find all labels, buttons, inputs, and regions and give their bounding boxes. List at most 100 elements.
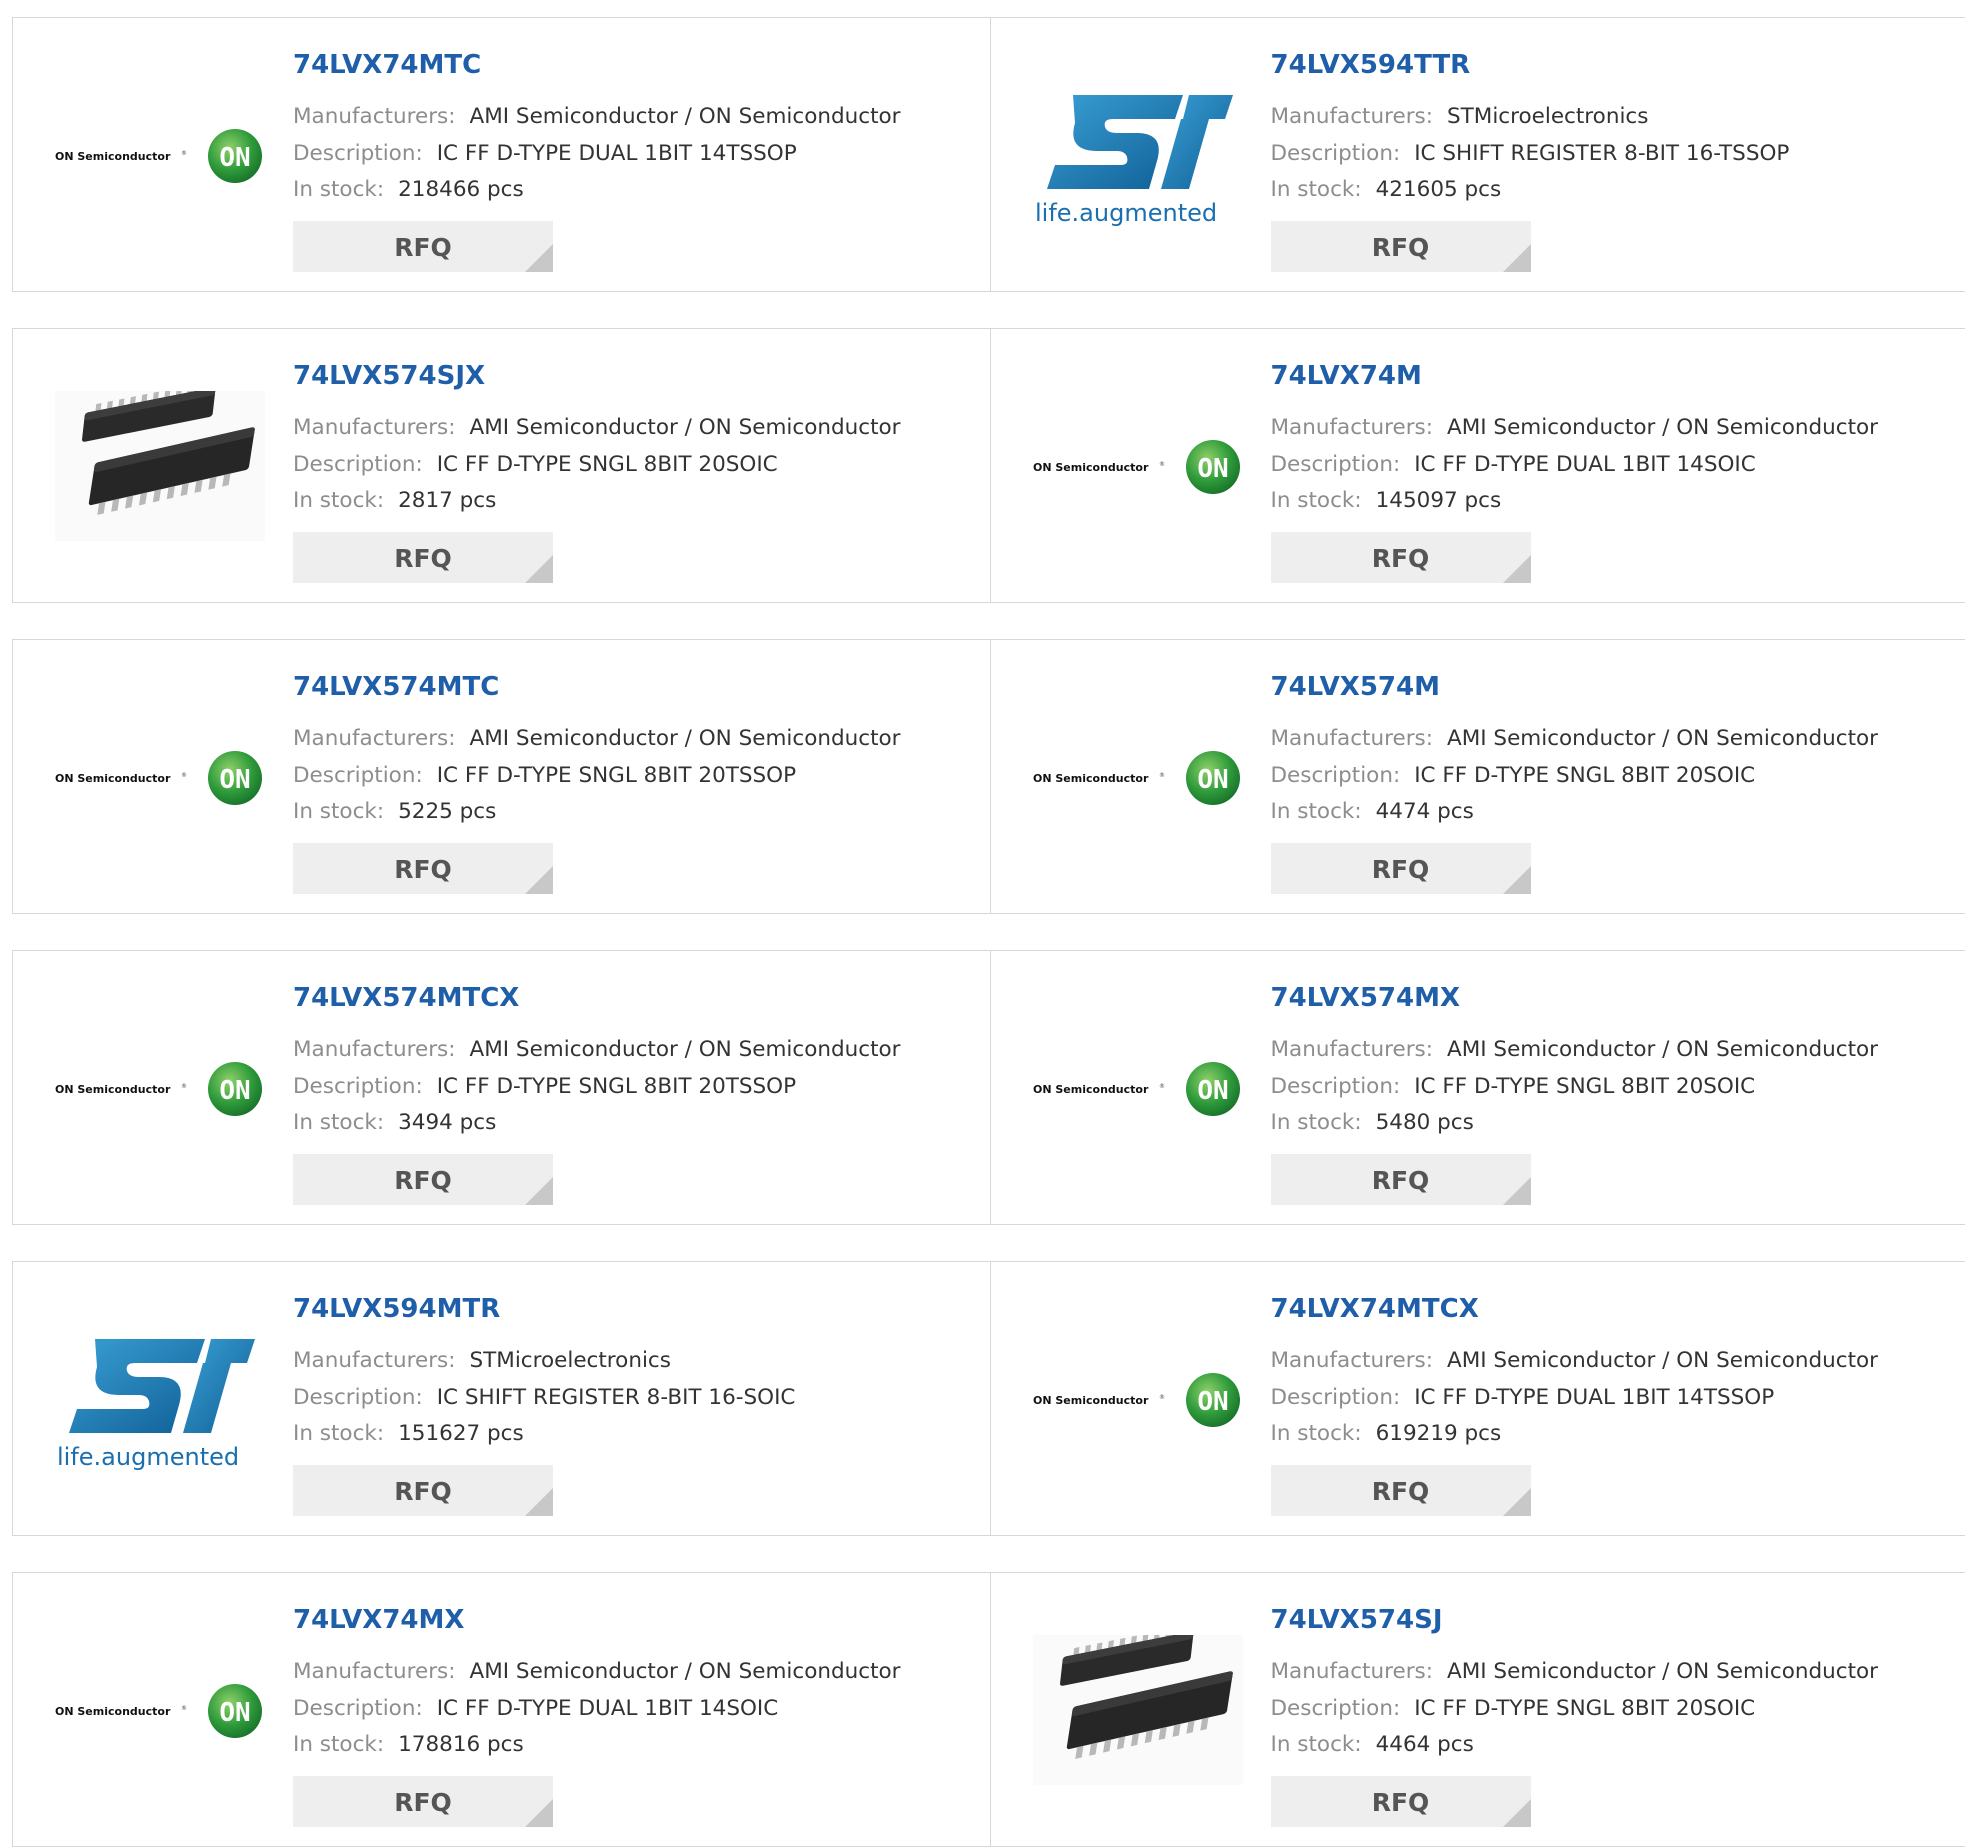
corner-triangle-icon — [525, 1488, 553, 1516]
st-logo: life.augmented — [1033, 75, 1243, 235]
part-number-link[interactable]: 74LVX74MTCX — [1271, 1294, 1479, 1324]
stock-field: In stock:3494 pcs — [293, 1110, 496, 1135]
part-number-link[interactable]: 74LVX74MX — [293, 1605, 464, 1635]
part-number-link[interactable]: 74LVX574MX — [1271, 983, 1461, 1013]
corner-triangle-icon — [525, 555, 553, 583]
on-semiconductor-logo: ON Semiconductor®ON — [55, 120, 265, 190]
rfq-button[interactable]: RFQ — [293, 1465, 553, 1516]
rfq-label: RFQ — [293, 855, 553, 884]
description-field: Description: IC FF D-TYPE SNGL 8BIT 20SOI… — [1271, 763, 1756, 788]
description-value: IC FF D-TYPE SNGL 8BIT 20TSSOP — [437, 1074, 796, 1099]
product-card: 74LVX574SJ Manufacturers:AMI Semiconduct… — [990, 1573, 1965, 1846]
part-number-link[interactable]: 74LVX574SJX — [293, 361, 485, 391]
manufacturer-field: Manufacturers:STMicroelectronics — [293, 1348, 671, 1373]
part-number-link[interactable]: 74LVX574MTCX — [293, 983, 519, 1013]
rfq-label: RFQ — [293, 233, 553, 262]
part-number-link[interactable]: 74LVX594TTR — [1271, 50, 1471, 80]
rfq-button[interactable]: RFQ — [1271, 532, 1531, 583]
description-label: Description: — [293, 141, 423, 166]
svg-text:®: ® — [1159, 1083, 1165, 1090]
on-semi-name: ON Semiconductor — [1033, 772, 1149, 785]
rfq-label: RFQ — [293, 1166, 553, 1195]
product-card: ON Semiconductor®ON 74LVX74M Manufacture… — [990, 329, 1965, 602]
on-semiconductor-logo: ON Semiconductor®ON — [1033, 1053, 1243, 1123]
manufacturers-label: Manufacturers: — [293, 104, 455, 129]
rfq-label: RFQ — [1271, 233, 1531, 262]
svg-text:®: ® — [1159, 461, 1165, 468]
on-semiconductor-logo: ON Semiconductor®ON — [1033, 742, 1243, 812]
rfq-label: RFQ — [1271, 1788, 1531, 1817]
product-row: ON Semiconductor®ON 74LVX574MTCX Manufac… — [12, 950, 1965, 1225]
stock-value: 4464 pcs — [1376, 1732, 1474, 1757]
stock-value: 145097 pcs — [1376, 488, 1502, 513]
rfq-button[interactable]: RFQ — [1271, 1776, 1531, 1827]
manufacturers-label: Manufacturers: — [293, 1037, 455, 1062]
manufacturer-logo: life.augmented — [50, 1300, 270, 1498]
part-number-link[interactable]: 74LVX574MTC — [293, 672, 499, 702]
product-row: ON Semiconductor®ON 74LVX74MTC Manufactu… — [12, 17, 1965, 292]
on-semi-name: ON Semiconductor — [1033, 461, 1149, 474]
ic-chip-image — [55, 391, 265, 541]
part-number-link[interactable]: 74LVX574M — [1271, 672, 1440, 702]
on-semi-name: ON Semiconductor — [1033, 1083, 1149, 1096]
rfq-button[interactable]: RFQ — [1271, 221, 1531, 272]
rfq-button[interactable]: RFQ — [293, 1776, 553, 1827]
svg-text:®: ® — [181, 772, 187, 779]
in-stock-label: In stock: — [293, 1732, 384, 1757]
rfq-label: RFQ — [293, 1788, 553, 1817]
part-number-link[interactable]: 74LVX574SJ — [1271, 1605, 1443, 1635]
description-value: IC FF D-TYPE SNGL 8BIT 20SOIC — [1414, 763, 1755, 788]
manufacturers-label: Manufacturers: — [1271, 104, 1433, 129]
part-number-link[interactable]: 74LVX74M — [1271, 361, 1422, 391]
product-card: 74LVX574SJX Manufacturers:AMI Semiconduc… — [13, 329, 990, 602]
description-label: Description: — [1271, 1385, 1401, 1410]
corner-triangle-icon — [1503, 1488, 1531, 1516]
in-stock-label: In stock: — [1271, 1110, 1362, 1135]
stock-field: In stock:178816 pcs — [293, 1732, 524, 1757]
stock-value: 619219 pcs — [1376, 1421, 1502, 1446]
manufacturer-field: Manufacturers:AMI Semiconductor / ON Sem… — [1271, 1037, 1879, 1062]
description-field: Description:IC FF D-TYPE SNGL 8BIT 20SOI… — [1271, 1074, 1756, 1099]
description-label: Description: — [1271, 763, 1401, 788]
part-number-link[interactable]: 74LVX74MTC — [293, 50, 481, 80]
rfq-button[interactable]: RFQ — [293, 1154, 553, 1205]
product-row: life.augmented 74LVX594MTR Manufacturers… — [12, 1261, 1965, 1536]
manufacturer-value: AMI Semiconductor / ON Semiconductor — [1447, 1659, 1878, 1684]
description-value: IC FF D-TYPE SNGL 8BIT 20SOIC — [1414, 1074, 1755, 1099]
corner-triangle-icon — [1503, 555, 1531, 583]
stock-value: 2817 pcs — [398, 488, 496, 513]
description-label: Description: — [293, 1696, 423, 1721]
manufacturer-value: STMicroelectronics — [469, 1348, 670, 1373]
on-semiconductor-logo: ON Semiconductor®ON — [55, 1675, 265, 1745]
manufacturer-value: AMI Semiconductor / ON Semiconductor — [1447, 1348, 1878, 1373]
manufacturer-field: Manufacturers:STMicroelectronics — [1271, 104, 1649, 129]
on-semi-mark: ON — [1197, 765, 1228, 795]
product-card: ON Semiconductor®ON 74LVX574MTCX Manufac… — [13, 951, 990, 1224]
on-semi-mark: ON — [219, 143, 250, 173]
stock-value: 151627 pcs — [398, 1421, 524, 1446]
rfq-button[interactable]: RFQ — [293, 221, 553, 272]
on-semi-mark: ON — [1197, 454, 1228, 484]
description-field: Description:IC FF D-TYPE DUAL 1BIT 14TSS… — [1271, 1385, 1775, 1410]
corner-triangle-icon — [525, 1177, 553, 1205]
manufacturer-field: Manufacturers:AMI Semiconductor / ON Sem… — [293, 1037, 901, 1062]
svg-text:®: ® — [181, 1705, 187, 1712]
manufacturer-logo — [1028, 1611, 1248, 1809]
manufacturer-logo: ON Semiconductor®ON — [50, 1611, 270, 1809]
manufacturer-value: AMI Semiconductor / ON Semiconductor — [1447, 415, 1878, 440]
rfq-button[interactable]: RFQ — [293, 532, 553, 583]
in-stock-label: In stock: — [1271, 177, 1362, 202]
rfq-label: RFQ — [1271, 855, 1531, 884]
rfq-button[interactable]: RFQ — [1271, 1154, 1531, 1205]
rfq-button[interactable]: RFQ — [1271, 843, 1531, 894]
stock-value: 5225 pcs — [398, 799, 496, 824]
description-label: Description: — [293, 763, 423, 788]
manufacturer-logo: ON Semiconductor®ON — [50, 678, 270, 876]
rfq-button[interactable]: RFQ — [293, 843, 553, 894]
manufacturer-value: AMI Semiconductor / ON Semiconductor — [469, 726, 900, 751]
rfq-button[interactable]: RFQ — [1271, 1465, 1531, 1516]
corner-triangle-icon — [525, 1799, 553, 1827]
part-number-link[interactable]: 74LVX594MTR — [293, 1294, 500, 1324]
ic-chip-image — [1033, 1635, 1243, 1785]
stock-field: In stock:619219 pcs — [1271, 1421, 1502, 1446]
